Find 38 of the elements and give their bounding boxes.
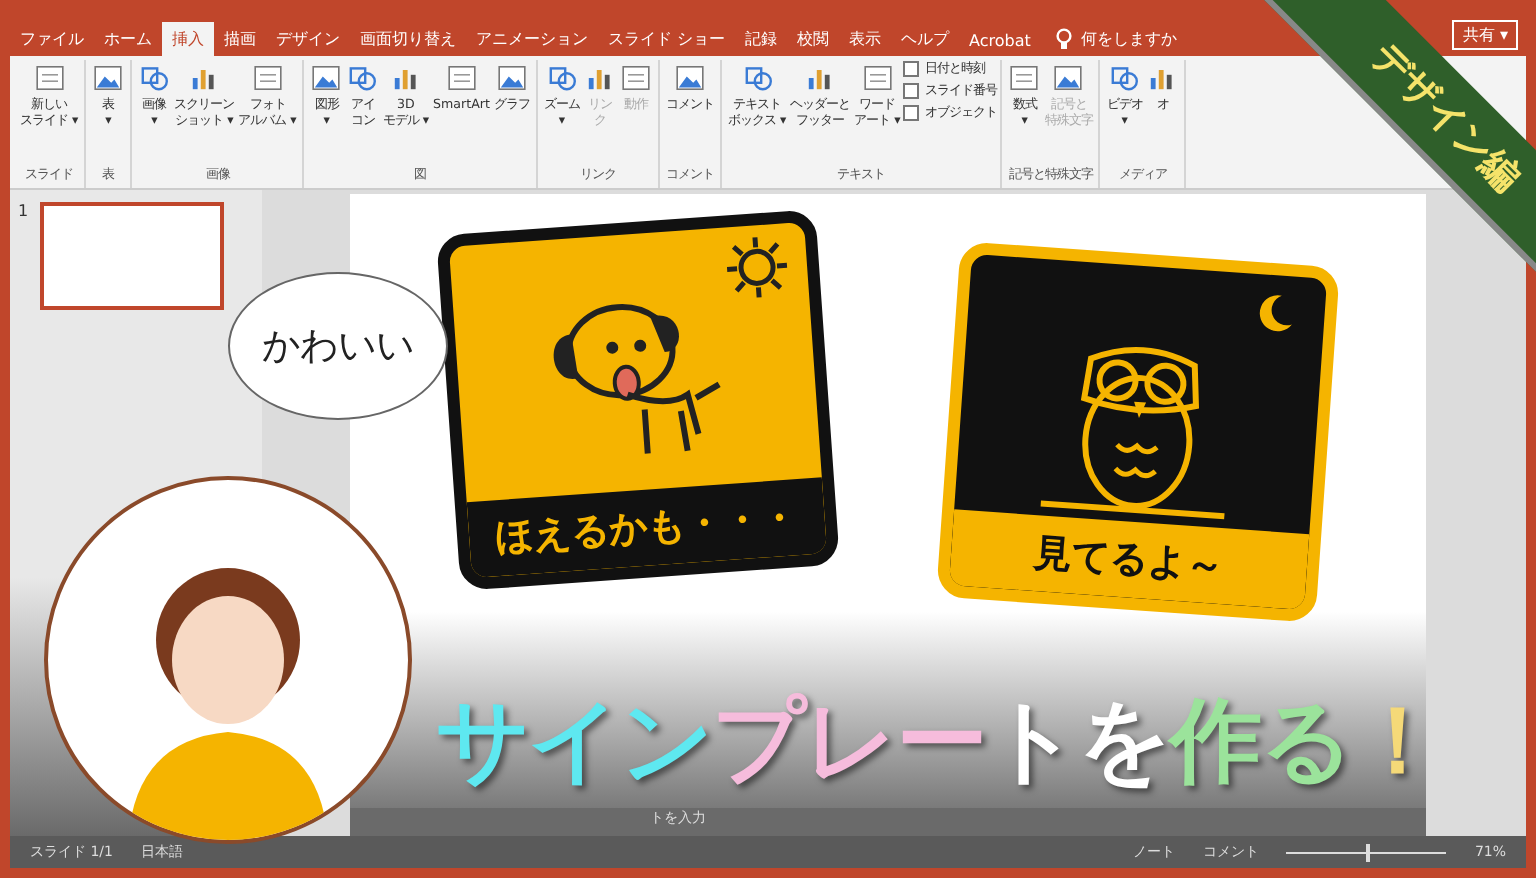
ribbon-tab[interactable]: Acrobat [959,26,1041,56]
sign-caption: ほえるかも・・・ [466,477,828,578]
shapes-icon [545,62,578,94]
document-icon [445,62,478,94]
ribbon-tab[interactable]: 記録 [735,22,788,56]
ribbon-tab[interactable]: 表示 [839,22,892,56]
ribbon-tab[interactable]: ファイル [10,22,94,56]
picture-icon [92,62,125,94]
shapes-icon [346,62,379,94]
ribbon-tab[interactable]: ヘルプ [891,22,960,56]
ribbon-tab[interactable]: 描画 [214,22,266,56]
document-icon [861,62,894,94]
ribbon-tab[interactable]: ホーム [94,22,162,56]
slide-thumbnail[interactable] [40,202,225,310]
slider-thumb[interactable] [1366,843,1371,861]
picture-icon [1052,62,1085,94]
ribbon-tab[interactable]: 校閲 [787,22,840,56]
headline: サインプレー トを作る！ [436,684,1442,798]
document-icon [619,62,652,94]
ribbon-tab[interactable]: 画面切り替え [350,22,466,56]
picture-icon [310,62,343,94]
ribbon-tab[interactable]: アニメーション [466,22,598,56]
sign-caption: 見てるよ～ [948,509,1310,610]
search-prompt[interactable]: 何をしますか [1080,28,1177,50]
shapes-icon [741,62,774,94]
picture-icon [495,62,528,94]
slide-number: 1 [18,202,29,220]
ribbon-tab[interactable]: デザイン [266,22,350,56]
document-icon [251,62,284,94]
shapes-icon [138,62,171,94]
document-icon [1008,62,1041,94]
shapes-icon [1108,62,1141,94]
ribbon-tab[interactable]: 挿入 [162,22,214,56]
picture-icon [673,62,706,94]
share-button[interactable]: 共有 ▾ [1452,20,1518,50]
lightbulb-icon [1056,28,1073,50]
ribbon-tab[interactable]: スライド ショー [598,22,736,56]
document-icon [33,62,66,94]
